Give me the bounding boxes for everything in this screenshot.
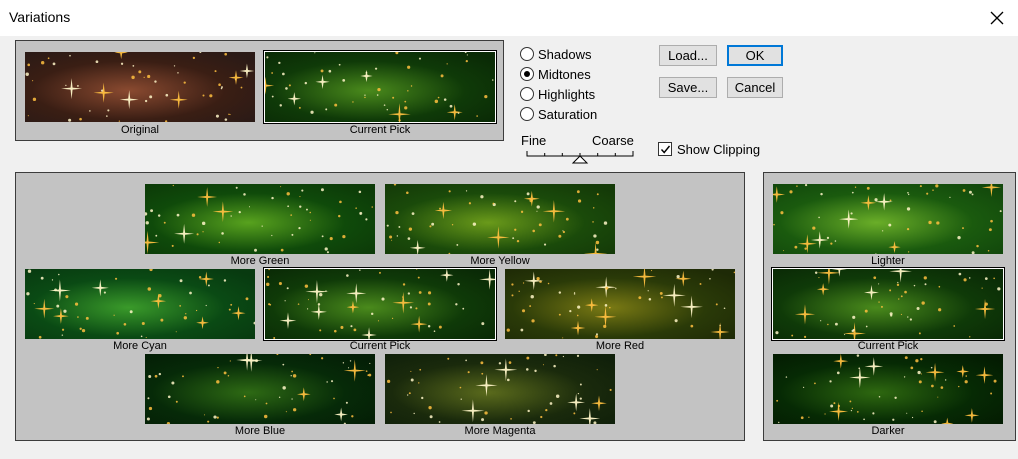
thumbnail-image — [773, 269, 1003, 339]
more-yellow-thumbnail[interactable] — [385, 184, 615, 254]
fine-label: Fine — [521, 133, 547, 148]
radio-label: Highlights — [538, 86, 596, 102]
thumbnail-image — [145, 184, 375, 254]
thumbnail-image — [265, 269, 495, 339]
original-caption: Original — [121, 124, 159, 136]
more-green-caption: More Green — [230, 255, 290, 267]
original-thumbnail — [25, 52, 255, 122]
more-blue-thumbnail[interactable] — [145, 354, 375, 424]
lighter-thumbnail[interactable] — [773, 184, 1003, 254]
darker-thumbnail[interactable] — [773, 354, 1003, 424]
close-button[interactable] — [982, 5, 1012, 31]
thumbnail-image — [265, 52, 495, 122]
grid-current-pick-caption: Current Pick — [349, 340, 411, 352]
radio-saturation[interactable]: Saturation — [520, 104, 597, 124]
more-red-caption: More Red — [595, 340, 645, 352]
more-magenta-thumbnail[interactable] — [385, 354, 615, 424]
radio-highlights[interactable]: Highlights — [520, 84, 595, 104]
radio-circle[interactable] — [520, 67, 534, 81]
ok-button[interactable]: OK — [727, 45, 783, 66]
checkbox-box[interactable] — [658, 142, 672, 156]
more-yellow-caption: More Yellow — [470, 255, 530, 267]
thumbnail-image — [773, 184, 1003, 254]
darker-caption: Darker — [871, 425, 905, 437]
radio-label: Saturation — [538, 106, 598, 122]
more-red-thumbnail[interactable] — [505, 269, 735, 339]
more-cyan-thumbnail[interactable] — [25, 269, 255, 339]
coarse-label: Coarse — [592, 133, 634, 148]
radio-midtones[interactable]: Midtones — [520, 64, 591, 84]
show-clipping-label: Show Clipping — [677, 141, 761, 157]
fine-coarse-slider[interactable] — [521, 148, 639, 164]
radio-label: Midtones — [538, 66, 591, 82]
window-title: Variations — [9, 9, 71, 25]
thumbnail-image — [505, 269, 735, 339]
more-magenta-caption: More Magenta — [464, 425, 536, 437]
radio-circle[interactable] — [520, 47, 534, 61]
radio-label: Shadows — [538, 46, 592, 62]
show-clipping-checkbox[interactable]: Show Clipping — [658, 140, 760, 158]
thumbnail-image — [773, 354, 1003, 424]
radio-circle[interactable] — [520, 107, 534, 121]
save-button[interactable]: Save... — [659, 77, 717, 98]
radio-circle[interactable] — [520, 87, 534, 101]
grid-current-pick-thumbnail[interactable] — [263, 267, 497, 341]
close-icon — [990, 11, 1004, 25]
checkmark-icon — [660, 145, 671, 154]
radio-shadows[interactable]: Shadows — [520, 44, 591, 64]
more-green-thumbnail[interactable] — [145, 184, 375, 254]
thumbnail-image — [385, 354, 615, 424]
lighter-caption: Lighter — [871, 255, 905, 267]
cancel-button[interactable]: Cancel — [727, 77, 783, 98]
title-bar: Variations — [0, 0, 1018, 36]
slider-thumb-icon[interactable] — [571, 155, 589, 164]
current-pick-caption: Current Pick — [349, 124, 411, 136]
brightness-current-pick-thumbnail[interactable] — [771, 267, 1005, 341]
more-cyan-caption: More Cyan — [113, 340, 167, 352]
load-button[interactable]: Load... — [659, 45, 717, 66]
thumbnail-image — [25, 269, 255, 339]
thumbnail-image — [145, 354, 375, 424]
current-pick-thumbnail — [263, 50, 497, 124]
brightness-current-pick-caption: Current Pick — [857, 340, 919, 352]
thumbnail-image — [25, 52, 255, 122]
more-blue-caption: More Blue — [234, 425, 286, 437]
thumbnail-image — [385, 184, 615, 254]
